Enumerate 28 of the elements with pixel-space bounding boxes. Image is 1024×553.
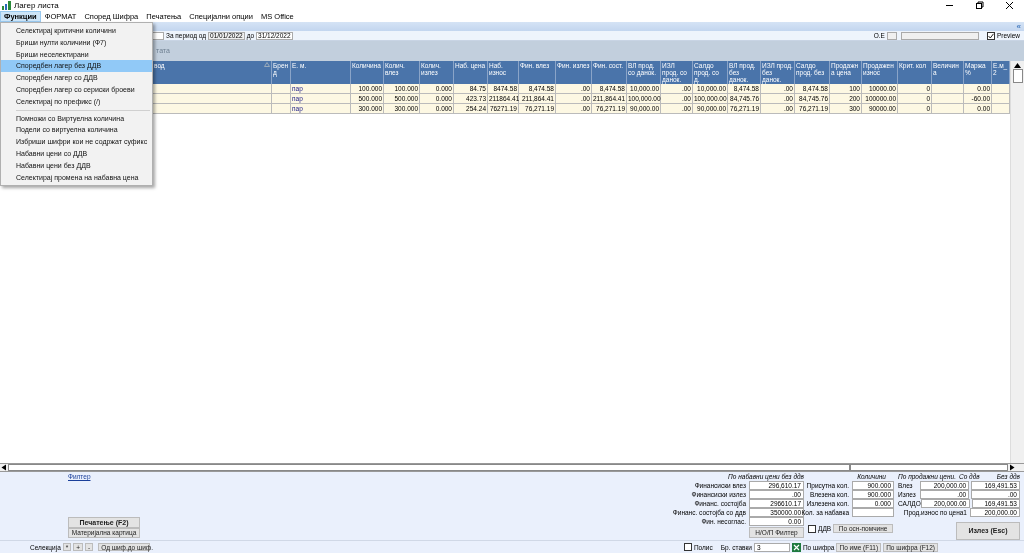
table-cell	[992, 84, 1010, 94]
table-cell	[272, 104, 291, 114]
close-icon[interactable]	[1004, 1, 1014, 10]
value-field	[852, 508, 894, 517]
up-arrow-icon	[1014, 63, 1021, 68]
input-field[interactable]	[152, 31, 164, 40]
preview-checkbox[interactable]	[986, 31, 995, 40]
sort-icon	[264, 62, 270, 67]
left-arrow-icon[interactable]	[0, 464, 8, 471]
table-cell	[272, 94, 291, 104]
window-title: Лагер листа	[14, 1, 59, 10]
vertical-scrollbar[interactable]	[1010, 61, 1024, 463]
table-cell	[932, 104, 964, 114]
polis-checkbox[interactable]	[683, 543, 692, 551]
table-cell	[932, 94, 964, 104]
right-arrow-icon[interactable]	[1008, 464, 1016, 471]
scrollbar-thumb[interactable]	[1012, 69, 1023, 83]
app-icon	[2, 1, 11, 10]
table-cell	[932, 84, 964, 94]
input-field[interactable]	[900, 31, 979, 40]
vat-checkbox[interactable]	[808, 524, 816, 533]
table-cell	[992, 104, 1010, 114]
restore-icon[interactable]	[974, 1, 984, 10]
collapse-button[interactable]: «	[1016, 22, 1021, 31]
table-cell	[272, 84, 291, 94]
table-cell	[992, 94, 1010, 104]
input-field[interactable]	[886, 31, 897, 40]
spreadsheet-icon[interactable]	[791, 542, 801, 552]
